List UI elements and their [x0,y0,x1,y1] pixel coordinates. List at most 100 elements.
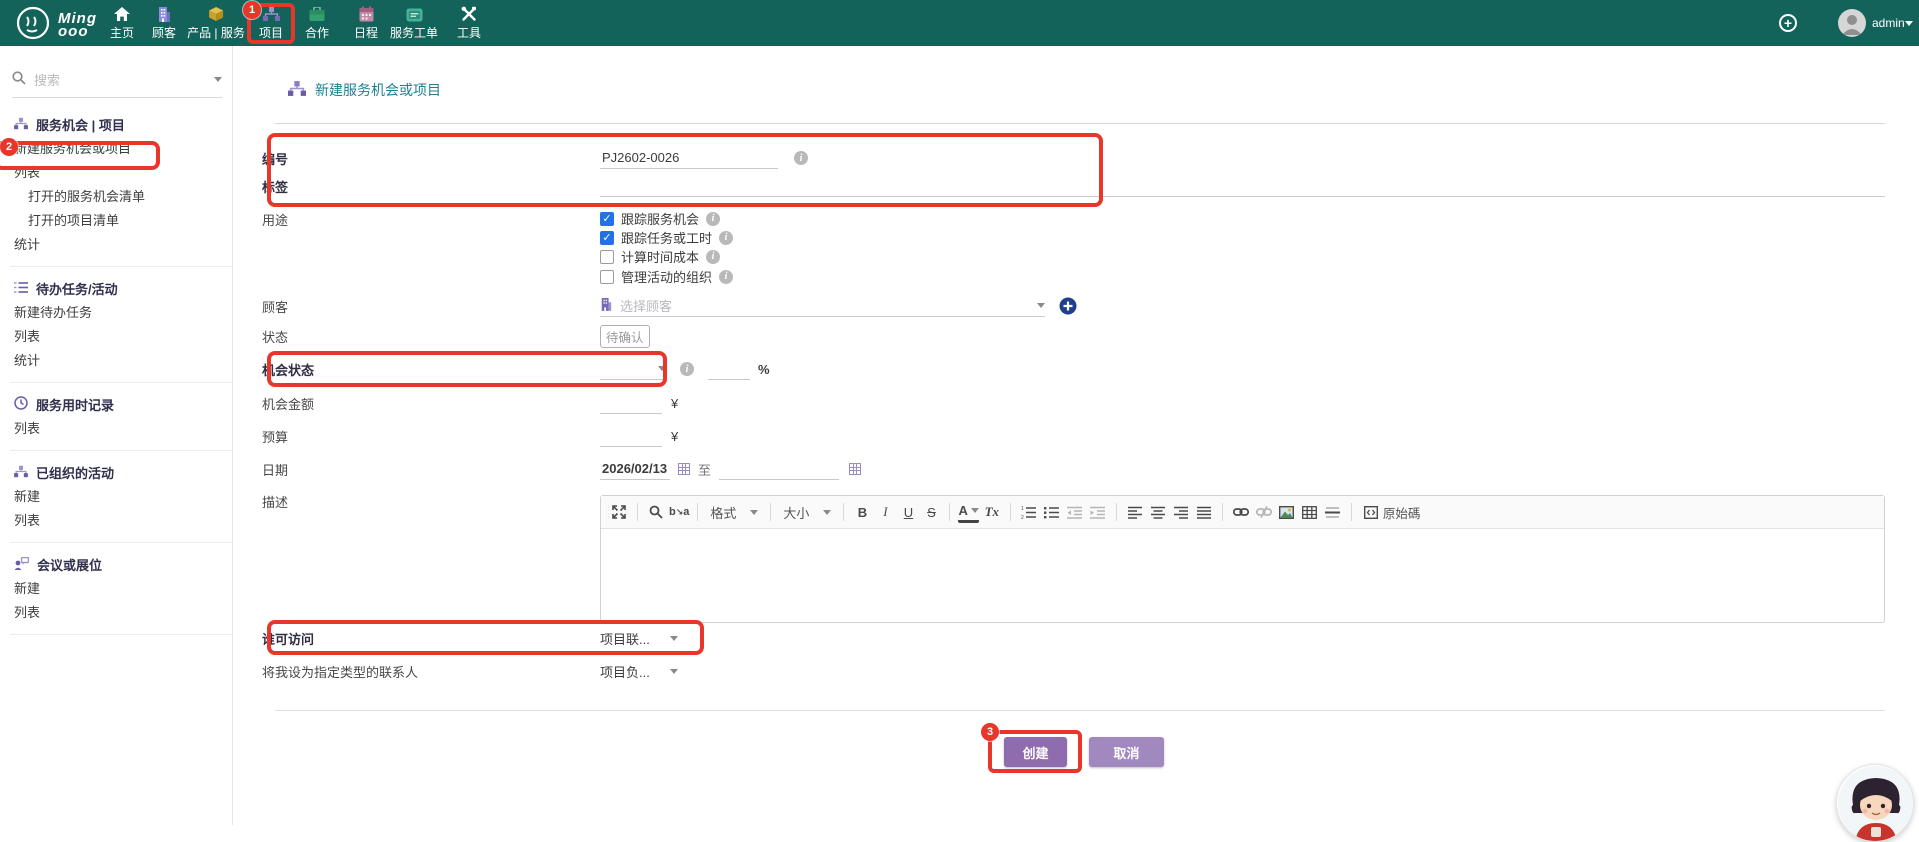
field-row-opportunity-status: 机会状态 % [262,358,1899,380]
sidebar-item-meeting-new[interactable]: 新建 [0,577,232,601]
app-logo[interactable]: Ming ooo [14,4,97,45]
align-right-icon[interactable] [1171,501,1191,523]
assistant-mascot[interactable] [1836,764,1914,842]
nav-item-products[interactable]: 产品 | 服务 [187,0,245,46]
user-menu[interactable]: admin [1872,16,1905,30]
sidebar-item-activity-new[interactable]: 新建 [0,485,232,509]
sidebar-item-task-stats[interactable]: 统计 [0,349,232,373]
amount-input[interactable] [600,393,662,414]
fontsize-dropdown[interactable]: 大小 [779,503,835,522]
create-button[interactable]: 创建 [1004,737,1067,767]
sidebar-section-tasks[interactable]: 待办任务/活动 [0,276,232,301]
sidebar-section-meetings[interactable]: 会议或展位 [0,552,232,577]
nav-item-projects[interactable]: 项目 [259,0,283,46]
field-label-usage: 用途 [262,210,600,229]
sidebar-item-meeting-list[interactable]: 列表 [0,601,232,625]
tools-icon [461,5,477,22]
info-icon[interactable] [706,212,720,226]
calendar-picker-icon[interactable] [849,463,861,475]
contact-role-select[interactable]: 项目负... [600,662,678,681]
user-avatar[interactable] [1838,9,1866,37]
sidebar-search[interactable]: 搜索 [12,70,222,98]
link-icon[interactable] [1231,501,1251,523]
access-select[interactable]: 项目联... [600,629,678,648]
info-icon[interactable] [794,151,808,165]
sidebar-item-new-opportunity[interactable]: 新建服务机会或项目 [0,137,232,161]
strikethrough-button[interactable]: S [921,501,941,523]
number-input[interactable]: PJ2602-0026 [600,148,778,169]
quick-add-button[interactable]: + [1779,14,1797,32]
remove-format-button[interactable]: Tx [982,501,1002,523]
align-left-icon[interactable] [1125,501,1145,523]
search-dropdown-caret[interactable] [214,77,222,82]
calendar-picker-icon[interactable] [678,463,690,475]
info-icon[interactable] [680,362,694,376]
cancel-button[interactable]: 取消 [1089,737,1164,767]
start-date-input[interactable]: 2026/02/13 [600,459,670,480]
field-row-access: 谁可访问 项目联... [262,627,1899,649]
unlink-icon[interactable] [1254,501,1274,523]
info-icon[interactable] [719,270,733,284]
table-icon[interactable] [1300,501,1320,523]
horizontal-rule-icon[interactable] [1323,501,1343,523]
divider [10,266,232,267]
customer-select[interactable]: 选择顾客 [600,296,1045,317]
sidebar-item-new-task[interactable]: 新建待办任务 [0,301,232,325]
logo-text-2: ooo [58,23,89,40]
add-customer-button[interactable] [1059,297,1077,315]
align-justify-icon[interactable] [1194,501,1214,523]
budget-input[interactable] [600,426,662,447]
sidebar-item-open-opportunities[interactable]: 打开的服务机会清单 [0,185,232,209]
usage-option-4: 管理活动的组织 [600,267,733,286]
probability-input[interactable] [708,359,750,380]
sidebar-item-stats[interactable]: 统计 [0,233,232,257]
nav-item-customers[interactable]: 顾客 [152,0,176,46]
field-label-amount: 机会金额 [262,394,600,413]
nav-item-tools[interactable]: 工具 [457,0,481,46]
text-color-button[interactable]: A [958,501,978,523]
checkbox-track-tasks[interactable]: ✓ [600,231,614,245]
nav-item-schedule[interactable]: 日程 [354,0,378,46]
ticket-icon [405,5,422,22]
tag-input[interactable] [600,176,1885,197]
main-content: 新建服务机会或项目 编号 PJ2602-0026 标签 用途 ✓ 跟踪服务机会 … [233,46,1919,825]
bold-button[interactable]: B [852,501,872,523]
bullet-list-icon[interactable] [1042,501,1062,523]
checkbox-time-cost[interactable] [600,250,614,264]
sidebar-item-time-list[interactable]: 列表 [0,417,232,441]
outdent-icon[interactable] [1065,501,1085,523]
search-icon [12,71,26,88]
image-icon[interactable] [1277,501,1297,523]
info-icon[interactable] [706,250,720,264]
sidebar-item-open-projects[interactable]: 打开的项目清单 [0,209,232,233]
sidebar-section-organized-activities[interactable]: 已组织的活动 [0,460,232,485]
sidebar-section-opportunities[interactable]: 服务机会 | 项目 [0,112,232,137]
chevron-down-icon[interactable] [1905,21,1913,26]
nav-item-tickets[interactable]: 服务工单 [390,0,438,46]
nav-item-home[interactable]: 主页 [110,0,134,46]
underline-button[interactable]: U [898,501,918,523]
indent-icon[interactable] [1088,501,1108,523]
format-dropdown[interactable]: 格式 [706,503,762,522]
sidebar-section-time-records[interactable]: 服务用时记录 [0,392,232,417]
maximize-icon[interactable] [609,501,629,523]
italic-button[interactable]: I [875,501,895,523]
ordered-list-icon[interactable]: 12 [1019,501,1039,523]
nav-item-cooperation[interactable]: 合作 [305,0,329,46]
info-icon[interactable] [719,231,733,245]
sidebar-item-task-list[interactable]: 列表 [0,325,232,349]
chevron-down-icon[interactable] [1037,303,1045,308]
sidebar-item-activity-list[interactable]: 列表 [0,509,232,533]
field-label-status: 状态 [262,327,600,346]
align-center-icon[interactable] [1148,501,1168,523]
source-code-button[interactable]: 原始碼 [1360,501,1425,523]
field-row-amount: 机会金额 ¥ [262,392,1899,414]
chevron-down-icon [658,366,666,371]
opportunity-status-select[interactable] [600,359,666,380]
checkbox-manage-org[interactable] [600,270,614,284]
end-date-input[interactable] [719,459,839,480]
find-replace-icon[interactable]: b↘a [669,501,689,523]
search-icon[interactable] [646,501,666,523]
sidebar-item-list[interactable]: 列表 [0,161,232,185]
checkbox-track-opportunity[interactable]: ✓ [600,212,614,226]
